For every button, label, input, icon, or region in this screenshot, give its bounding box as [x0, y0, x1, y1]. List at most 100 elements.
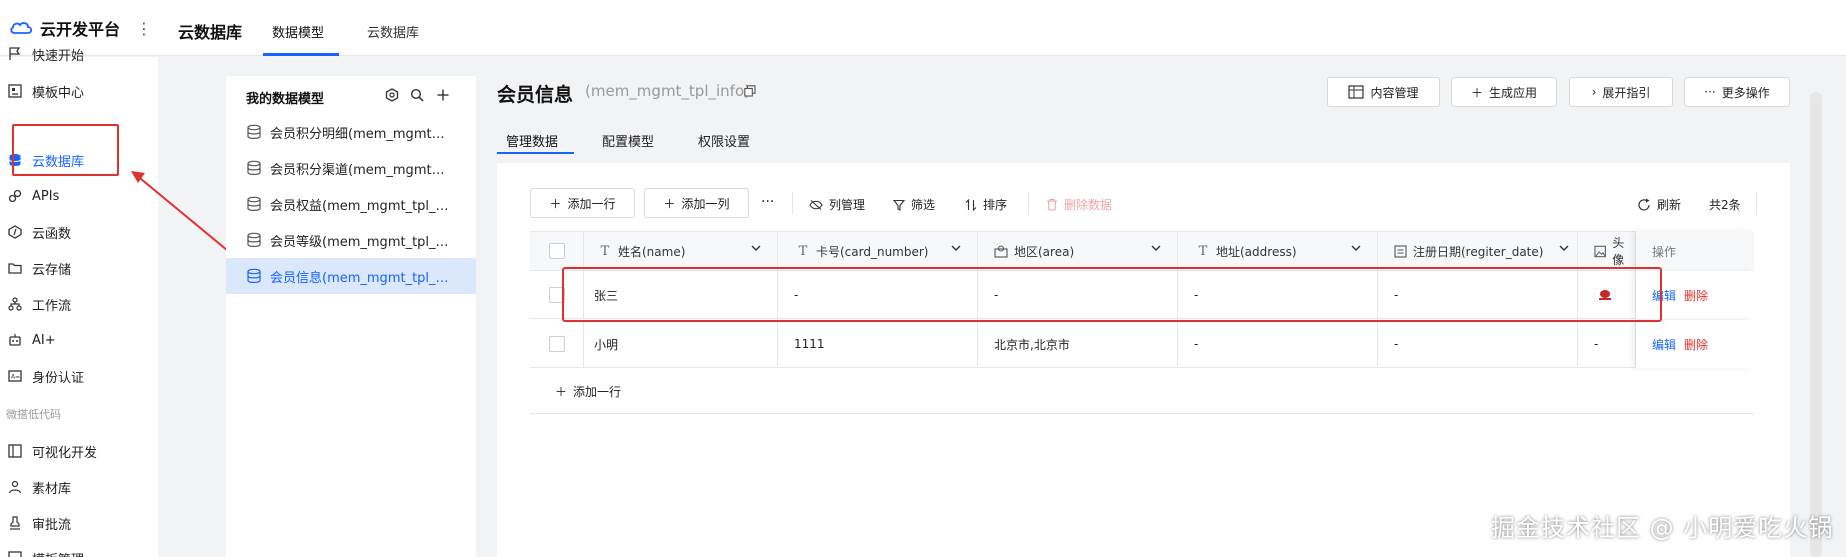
- ellipsis-icon: ···: [1704, 85, 1716, 99]
- add-row-inline[interactable]: ＋ 添加一行: [530, 369, 1754, 414]
- sidebar-item-template-manage[interactable]: 模板管理: [0, 544, 158, 557]
- sidebar-item-label: 素材库: [32, 481, 72, 497]
- brand-title: 云开发平台: [40, 20, 121, 39]
- model-item[interactable]: 会员积分渠道(mem_mgmt_tpl_points_channel): [226, 150, 476, 186]
- column-manage-label: 列管理: [829, 198, 866, 212]
- model-item[interactable]: 会员积分明细(mem_mgmt_tpl_points_detail): [226, 114, 476, 150]
- model-item[interactable]: 会员等级(mem_mgmt_tpl_level): [226, 222, 476, 258]
- sidebar-item-label: 云存储: [32, 262, 72, 278]
- region-type-icon: [994, 244, 1008, 258]
- column-manage-button[interactable]: 列管理: [809, 196, 865, 213]
- search-icon[interactable]: [409, 87, 425, 103]
- refresh-button[interactable]: 刷新: [1637, 196, 1681, 213]
- more-vertical-icon[interactable]: ⋮: [136, 19, 152, 38]
- column-header-area[interactable]: 地区(area): [978, 231, 1178, 271]
- sidebar-item-identity[interactable]: A= 身份认证: [0, 362, 158, 390]
- cell-card-number[interactable]: 1111: [778, 320, 978, 368]
- chevron-down-icon[interactable]: [1351, 243, 1361, 253]
- tab-manage-data[interactable]: 管理数据: [506, 131, 558, 150]
- sidebar-item-quick-start[interactable]: 快速开始: [0, 40, 158, 68]
- settings-icon[interactable]: [384, 87, 400, 103]
- content-manage-button[interactable]: 内容管理: [1327, 77, 1440, 107]
- column-header-ops: 操作: [1636, 231, 1754, 271]
- date-type-icon: [1394, 244, 1407, 258]
- model-item-label: 会员等级(mem_mgmt_tpl_level): [270, 234, 450, 250]
- select-all-checkbox[interactable]: [548, 243, 565, 259]
- toolbar-more-icon[interactable]: ···: [761, 194, 774, 210]
- template-manage-icon: [6, 549, 24, 557]
- refresh-icon: [1638, 198, 1650, 210]
- template-icon: [6, 82, 24, 100]
- sidebar-item-label: 模板中心: [32, 85, 85, 101]
- model-list-title: 我的数据模型: [246, 92, 325, 107]
- filter-icon: [893, 199, 905, 211]
- cell-avatar[interactable]: -: [1578, 320, 1636, 368]
- active-tab-indicator: [263, 53, 339, 56]
- row-checkbox-cell: [530, 320, 584, 368]
- sidebar-item-assets[interactable]: 素材库: [0, 473, 158, 501]
- expand-guide-button[interactable]: › 展开指引: [1569, 77, 1673, 107]
- people-icon: [6, 478, 24, 496]
- robot-icon: [6, 331, 24, 349]
- active-tab-indicator: [497, 152, 574, 154]
- sidebar-item-templates[interactable]: 模板中心: [0, 77, 158, 105]
- cell-name[interactable]: 小明: [584, 320, 778, 368]
- column-header-register-date[interactable]: 注册日期(regiter_date): [1378, 231, 1578, 271]
- model-identifier: (mem_mgmt_tpl_info): [585, 82, 750, 100]
- workflow-icon: [6, 295, 24, 313]
- filter-button[interactable]: 筛选: [893, 196, 935, 213]
- refresh-label: 刷新: [1657, 198, 1682, 212]
- chevron-down-icon[interactable]: [1559, 243, 1569, 253]
- sidebar-item-approval[interactable]: 审批流: [0, 509, 158, 537]
- flag-icon: [6, 45, 24, 63]
- column-header-address[interactable]: T 地址(address): [1178, 231, 1378, 271]
- model-item-label: 会员权益(mem_mgmt_tpl_rights): [270, 198, 450, 214]
- tab-data-model[interactable]: 数据模型: [272, 22, 324, 41]
- chevron-down-icon[interactable]: [751, 243, 761, 253]
- delete-link[interactable]: 删除: [1684, 336, 1708, 353]
- column-header-card-number[interactable]: T 卡号(card_number): [778, 231, 978, 271]
- cell-area[interactable]: 北京市,北京市: [978, 320, 1178, 368]
- column-header-avatar[interactable]: 头像: [1578, 231, 1636, 271]
- delete-data-button[interactable]: 删除数据: [1046, 196, 1112, 213]
- table-icon: [1348, 85, 1365, 99]
- delete-link[interactable]: 删除: [1684, 287, 1708, 304]
- add-model-icon[interactable]: [435, 87, 451, 103]
- scrollbar[interactable]: [1810, 92, 1822, 557]
- sidebar-item-label: 工作流: [32, 298, 72, 314]
- edit-link[interactable]: 编辑: [1652, 336, 1676, 353]
- generate-app-label: 生成应用: [1489, 85, 1538, 100]
- model-database-icon: [247, 232, 261, 247]
- cell-register-date[interactable]: -: [1378, 320, 1578, 368]
- tab-cloud-database[interactable]: 云数据库: [367, 22, 419, 41]
- copy-icon[interactable]: [744, 85, 756, 97]
- sidebar-item-label: 模板管理: [32, 549, 84, 557]
- sidebar-item-workflow[interactable]: 工作流: [0, 290, 158, 318]
- sidebar-item-ai[interactable]: AI+: [0, 326, 158, 354]
- function-icon: [6, 223, 24, 241]
- sidebar-item-visual-dev[interactable]: 可视化开发: [0, 437, 158, 465]
- sidebar-section-label: 微搭低代码: [6, 408, 61, 421]
- tab-permissions[interactable]: 权限设置: [698, 131, 750, 150]
- stamp-icon: [6, 514, 24, 532]
- model-item-active[interactable]: 会员信息(mem_mgmt_tpl_info): [226, 258, 476, 294]
- generate-app-button[interactable]: ＋ 生成应用: [1451, 77, 1557, 107]
- cell-ops: 编辑 删除: [1636, 320, 1754, 368]
- add-column-button[interactable]: ＋ 添加一列: [644, 188, 749, 218]
- highlight-box-nav: [12, 124, 119, 176]
- content-manage-label: 内容管理: [1370, 85, 1419, 100]
- chevron-down-icon[interactable]: [1151, 243, 1161, 253]
- add-row-button[interactable]: ＋ 添加一行: [530, 188, 635, 218]
- layout-icon: [6, 442, 24, 460]
- more-actions-button[interactable]: ··· 更多操作: [1684, 77, 1790, 107]
- row-checkbox[interactable]: [548, 336, 565, 352]
- chevron-down-icon[interactable]: [951, 243, 961, 253]
- model-item[interactable]: 会员权益(mem_mgmt_tpl_rights): [226, 186, 476, 222]
- sort-icon: [965, 198, 977, 211]
- tab-config-model[interactable]: 配置模型: [602, 131, 654, 150]
- cell-address[interactable]: -: [1178, 320, 1378, 368]
- sort-button[interactable]: 排序: [965, 196, 1007, 213]
- column-header-name[interactable]: T 姓名(name): [584, 231, 778, 271]
- more-actions-label: 更多操作: [1721, 85, 1770, 100]
- sidebar-item-label: 身份认证: [32, 370, 85, 386]
